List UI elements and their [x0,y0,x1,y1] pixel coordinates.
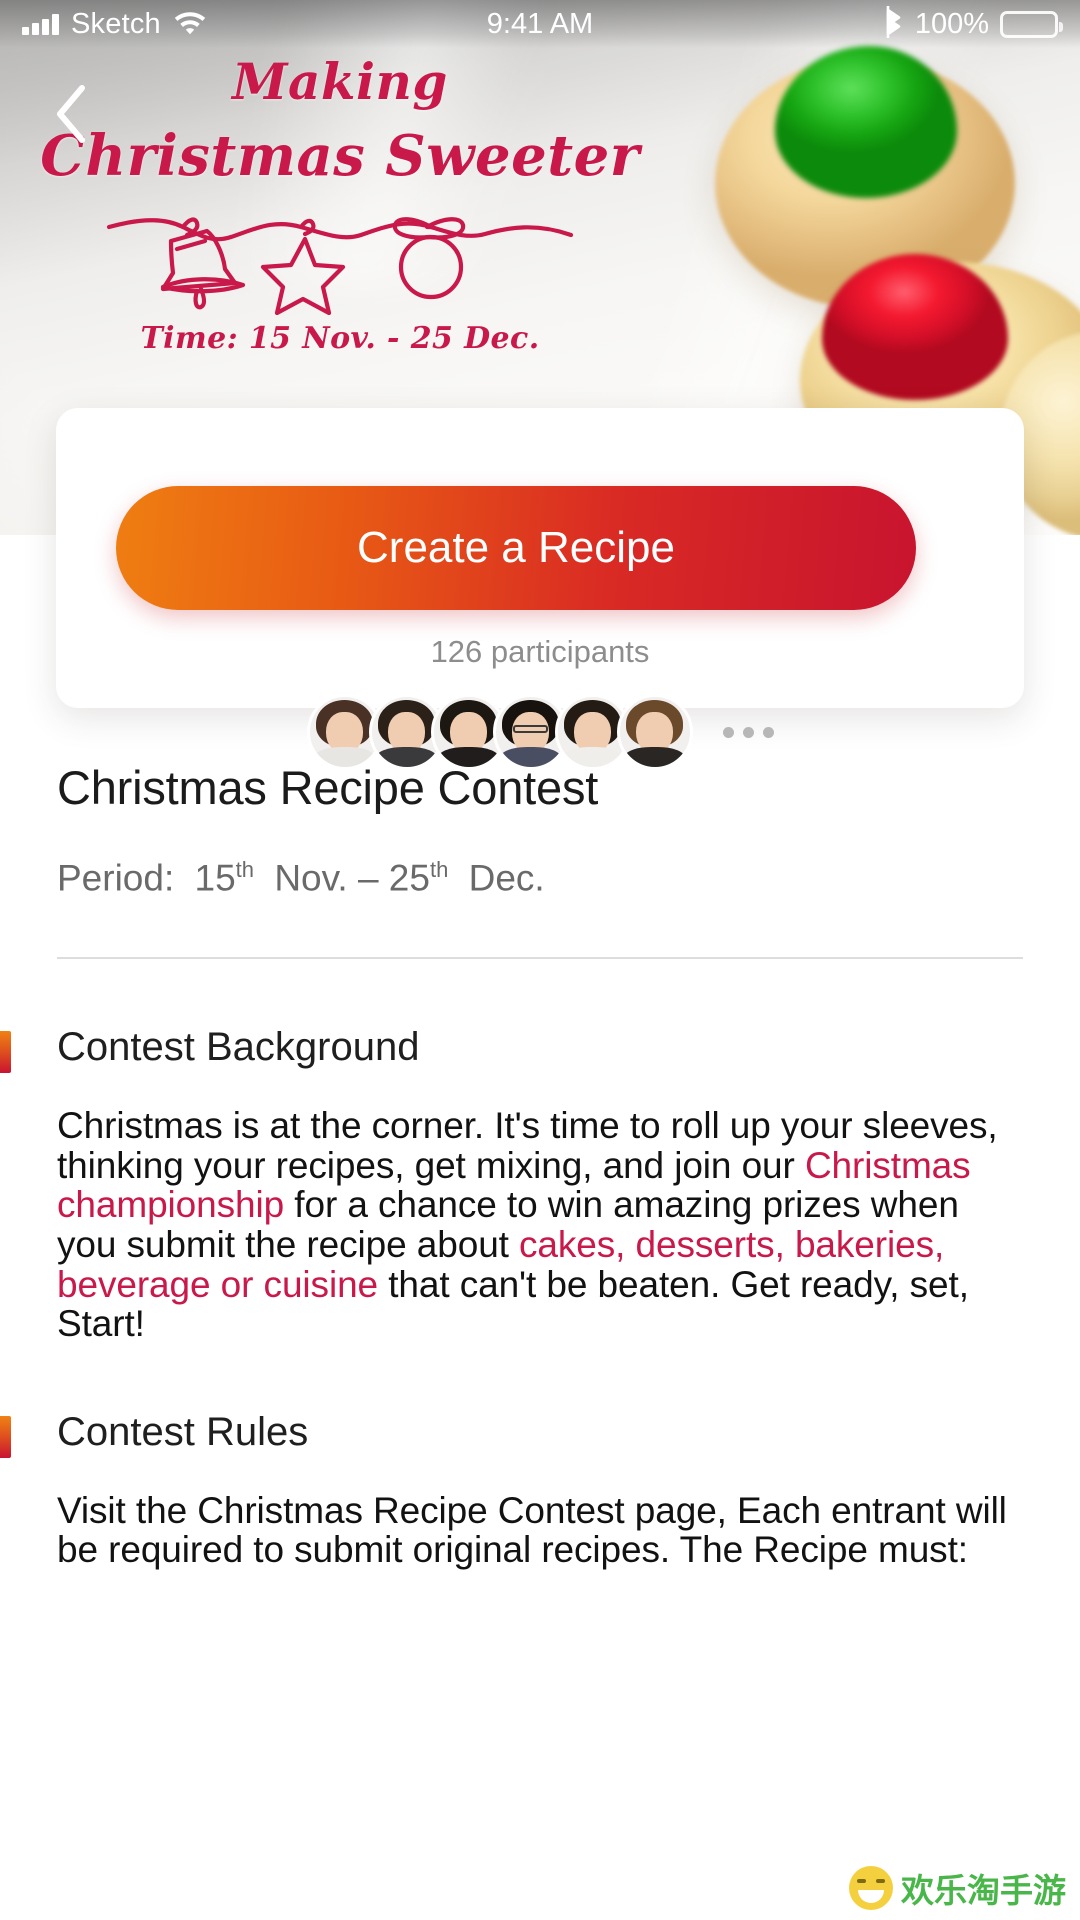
section-contest-rules: Contest Rules Visit the Christmas Recipe… [0,1410,1080,1570]
section-body: Christmas is at the corner. It's time to… [57,1106,1023,1343]
smiley-face-icon [849,1866,893,1910]
garland-icon [0,205,680,315]
main-content: Christmas Recipe Contest Period: 15th No… [0,760,1080,1570]
period-start-month: Nov. [274,857,348,899]
section-title: Contest Background [57,1025,420,1070]
period-dash: – [357,857,379,899]
period-end-month: Dec. [468,857,545,899]
section-accent-bar [0,1031,11,1074]
participants-count-label: 126 participants [430,634,650,669]
watermark-label: 欢乐淘手游 [901,1871,1066,1910]
status-bar: Sketch 9:41 AM 100% [0,0,1080,48]
contest-period: Period: 15th Nov. – 25th Dec. [57,857,1080,899]
participants-avatar-list [56,694,1024,770]
watermark: 欢乐淘手游 [849,1864,1066,1912]
avatar[interactable] [616,694,693,770]
period-prefix: Period: [57,857,175,899]
period-start-ordinal: th [235,857,255,882]
section-divider [57,957,1023,960]
section-accent-bar [0,1415,11,1458]
section-title: Contest Rules [57,1409,309,1454]
period-start-day: 15 [194,857,236,899]
section-body: Visit the Christmas Recipe Contest page,… [57,1491,1023,1570]
status-bar-clock: 9:41 AM [486,7,594,40]
body-text: Visit the Christmas Recipe Contest page,… [57,1489,1007,1571]
create-recipe-button[interactable]: Create a Recipe [116,486,916,610]
action-card: Create a Recipe 126 participants [56,408,1024,770]
chevron-left-icon [52,83,92,150]
section-contest-background: Contest Background Christmas is at the c… [0,1025,1080,1343]
period-end-day: 25 [388,857,430,899]
back-button[interactable] [36,80,108,152]
battery-full-icon [1000,10,1063,38]
hero-time-label: Time: 15 Nov. - 25 Dec. [140,321,540,356]
more-dots-icon[interactable] [722,726,774,738]
period-end-ordinal: th [429,857,449,882]
